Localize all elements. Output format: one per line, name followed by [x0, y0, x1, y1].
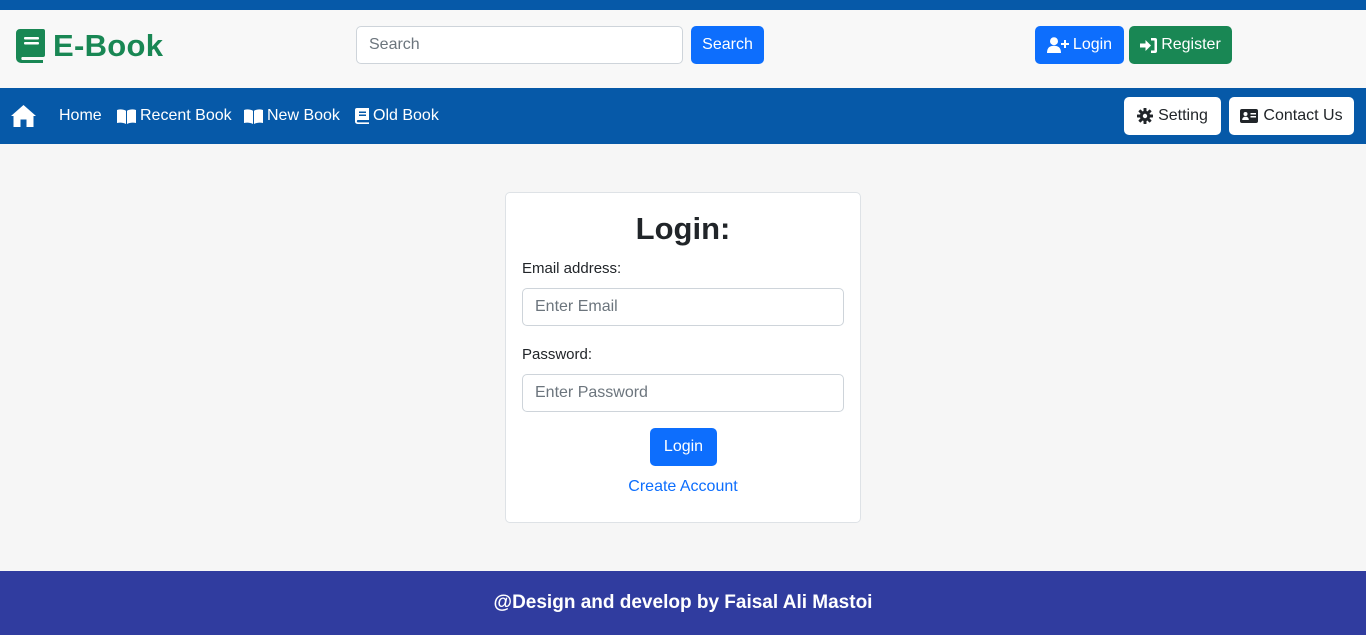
open-book-icon — [117, 108, 136, 124]
brand-name: E-Book — [53, 28, 164, 63]
address-card-icon — [1240, 109, 1259, 123]
site-footer: @Design and develop by Faisal Ali Mastoi — [0, 571, 1366, 635]
sign-in-icon — [1140, 37, 1158, 53]
create-account-link[interactable]: Create Account — [506, 478, 860, 496]
book-icon — [16, 29, 45, 63]
nav-item-old-book[interactable]: Old Book — [355, 105, 439, 127]
email-field[interactable] — [522, 288, 844, 326]
login-button-label: Login — [1072, 36, 1113, 53]
password-field[interactable] — [522, 374, 844, 412]
register-button[interactable]: Register — [1129, 26, 1232, 64]
user-plus-icon — [1046, 37, 1069, 53]
password-label: Password: — [522, 346, 593, 363]
footer-credit: @Design and develop by Faisal Ali Mastoi — [493, 592, 873, 613]
search-button[interactable]: Search — [691, 26, 764, 64]
setting-button-label: Setting — [1158, 107, 1208, 124]
setting-button[interactable]: Setting — [1124, 97, 1221, 135]
main-navbar: Home Recent Book New Book Old Book Setti… — [0, 88, 1366, 144]
nav-item-label: Recent Book — [140, 107, 232, 124]
top-accent-stripe — [0, 0, 1366, 10]
login-card: Login: Email address: Password: Login Cr… — [505, 192, 861, 523]
brand-logo[interactable]: E-Book — [16, 28, 163, 64]
nav-item-label: New Book — [267, 107, 340, 124]
email-label: Email address: — [522, 260, 622, 277]
login-title: Login: — [635, 211, 731, 246]
nav-item-label: Old Book — [373, 107, 439, 124]
login-submit-button[interactable]: Login — [650, 428, 717, 466]
book-icon — [355, 108, 369, 124]
search-input[interactable] — [356, 26, 683, 64]
contact-us-button-label: Contact Us — [1263, 107, 1343, 124]
nav-item-home[interactable]: Home — [59, 105, 102, 127]
gear-icon — [1137, 108, 1154, 124]
home-icon[interactable] — [11, 105, 36, 127]
nav-item-new-book[interactable]: New Book — [244, 105, 340, 127]
login-button[interactable]: Login — [1035, 26, 1124, 64]
nav-item-recent-book[interactable]: Recent Book — [117, 105, 232, 127]
register-button-label: Register — [1161, 36, 1221, 53]
site-header: E-Book Search Login Register — [0, 10, 1366, 88]
contact-us-button[interactable]: Contact Us — [1229, 97, 1354, 135]
nav-item-label: Home — [59, 107, 102, 124]
open-book-icon — [244, 108, 263, 124]
